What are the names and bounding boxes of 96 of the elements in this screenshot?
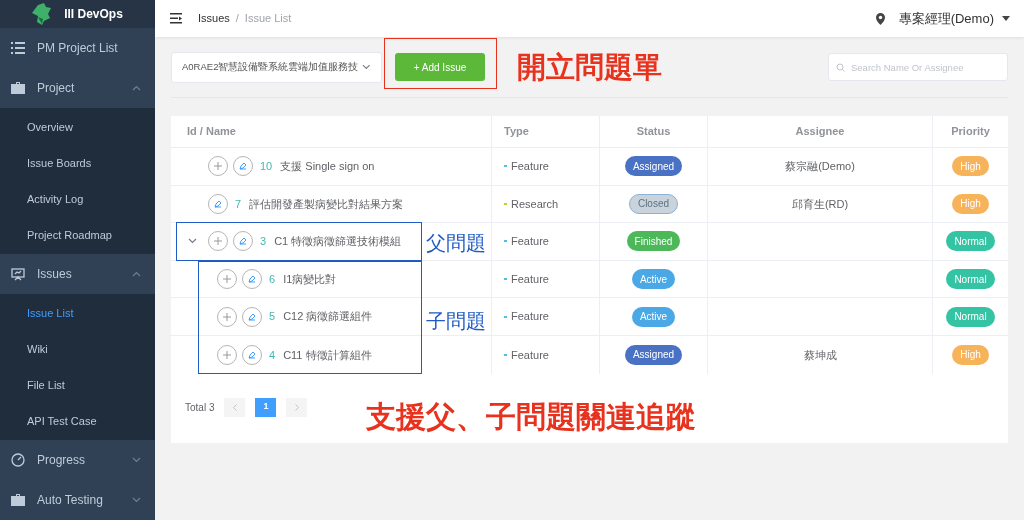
sidebar-subitem[interactable]: Activity Log	[0, 181, 155, 217]
chevron-left-icon	[232, 403, 237, 411]
status-badge: Assigned	[624, 344, 683, 365]
chevron-up-icon	[132, 271, 141, 277]
plus-icon	[214, 162, 222, 171]
pencil-icon	[248, 275, 256, 284]
sidebar-menu-item[interactable]: PM Project List	[0, 28, 155, 68]
add-child-button[interactable]	[217, 344, 237, 365]
column-header: Type	[504, 124, 529, 140]
sidebar-subitem[interactable]: API Test Case	[0, 403, 155, 439]
edit-button[interactable]	[242, 269, 262, 290]
edit-button[interactable]	[233, 156, 253, 177]
sidebar-subitem[interactable]: Issue List	[0, 295, 155, 331]
add-child-button[interactable]	[217, 269, 237, 290]
type-label: Feature	[511, 347, 549, 363]
caret-down-icon[interactable]	[1002, 16, 1010, 21]
type-label: Feature	[511, 234, 549, 250]
issue-name[interactable]: C11 特徵計算組件	[283, 346, 372, 363]
issue-name[interactable]: 評估開發產製病變比對結果方案	[249, 195, 404, 213]
briefcase-icon	[11, 82, 25, 94]
status-badge: Closed	[628, 193, 679, 214]
presentation-board-icon	[11, 267, 25, 281]
user-menu[interactable]: 專案經理(Demo)	[898, 8, 994, 29]
priority-badge: High	[952, 193, 989, 214]
list-icon	[11, 42, 25, 54]
status-badge: Assigned	[624, 156, 683, 177]
add-child-button[interactable]	[208, 156, 228, 177]
breadcrumb-separator: /	[235, 11, 239, 27]
assignee: 蔡坤成	[803, 347, 837, 363]
type-label: Feature	[511, 271, 549, 287]
chevron-down-icon	[362, 64, 371, 70]
annotation-text: 父問題	[426, 231, 486, 256]
chevron-right-icon	[294, 403, 299, 411]
annotation-text: 支援父、子問題關連追蹤	[366, 399, 696, 435]
plus-icon	[214, 237, 222, 246]
breadcrumb-current: Issue List	[244, 11, 292, 27]
pencil-icon	[214, 199, 222, 208]
column-header: Assignee	[795, 124, 845, 140]
assignee: 蔡宗融(Demo)	[785, 159, 855, 175]
type-label: Feature	[511, 159, 549, 175]
app-name: III DevOps	[64, 6, 123, 23]
priority-badge: High	[952, 156, 989, 177]
chevron-down-icon	[132, 457, 141, 463]
priority-badge: High	[952, 344, 989, 365]
edit-button[interactable]	[233, 231, 253, 252]
sidebar-menu-item[interactable]: Progress	[0, 440, 155, 480]
breadcrumb-link[interactable]: Issues	[198, 10, 230, 27]
sidebar-menu-item[interactable]: Project	[0, 68, 155, 108]
chevron-down-icon	[188, 238, 197, 245]
sidebar-subitem[interactable]: File List	[0, 367, 155, 403]
sidebar-subitem[interactable]: Overview	[0, 109, 155, 145]
sidebar-menu-item[interactable]: Issues	[0, 254, 155, 294]
annotation-text: 子問題	[426, 309, 486, 334]
search-icon	[836, 63, 845, 72]
add-child-button[interactable]	[217, 306, 237, 327]
assignee: 邱育生(RD)	[791, 196, 849, 212]
column-header: Id / Name	[187, 124, 236, 140]
pencil-icon	[248, 312, 256, 321]
status-badge: Active	[631, 269, 676, 290]
edit-button[interactable]	[242, 306, 262, 327]
sidebar-subitem[interactable]: Wiki	[0, 331, 155, 367]
pencil-icon	[239, 162, 247, 171]
pencil-icon	[248, 350, 256, 359]
plus-icon	[223, 275, 231, 284]
type-label: Feature	[511, 309, 549, 325]
sidebar-subitem[interactable]: Project Roadmap	[0, 217, 155, 253]
gauge-icon	[11, 453, 25, 467]
location-pin-icon	[875, 12, 885, 25]
column-header: Priority	[951, 124, 990, 140]
total-count: Total 3	[185, 400, 215, 415]
status-badge: Finished	[626, 231, 681, 252]
priority-badge: Normal	[946, 306, 995, 327]
status-badge: Active	[631, 306, 676, 327]
type-label: Research	[511, 196, 559, 212]
menu-icon[interactable]	[170, 13, 182, 24]
column-header: Status	[636, 124, 671, 140]
logo-icon	[32, 3, 53, 25]
issue-name[interactable]: C12 病徵篩選組件	[283, 308, 373, 325]
pencil-icon	[239, 237, 247, 246]
edit-button[interactable]	[242, 344, 262, 365]
project-select[interactable]: A0RAE2智慧設備暨系統雲端加值服務技	[171, 51, 382, 83]
annotation-text: 開立問題單	[517, 50, 662, 85]
priority-badge: Normal	[946, 231, 995, 252]
sidebar-subitem[interactable]: Issue Boards	[0, 145, 155, 181]
issue-name[interactable]: I1病變比對	[283, 270, 337, 288]
edit-button[interactable]	[208, 193, 228, 214]
plus-icon	[223, 350, 231, 359]
briefcase-icon	[11, 494, 25, 506]
add-child-button[interactable]	[208, 231, 228, 252]
priority-badge: Normal	[946, 269, 995, 290]
chevron-up-icon	[132, 85, 141, 91]
chevron-down-icon	[132, 497, 141, 503]
issue-name[interactable]: C1 特徵病徵篩選技術模組	[274, 233, 402, 250]
plus-icon	[223, 312, 231, 321]
issue-name[interactable]: 支援 Single sign on	[280, 158, 375, 175]
sidebar-menu-item[interactable]: Auto Testing	[0, 480, 155, 520]
